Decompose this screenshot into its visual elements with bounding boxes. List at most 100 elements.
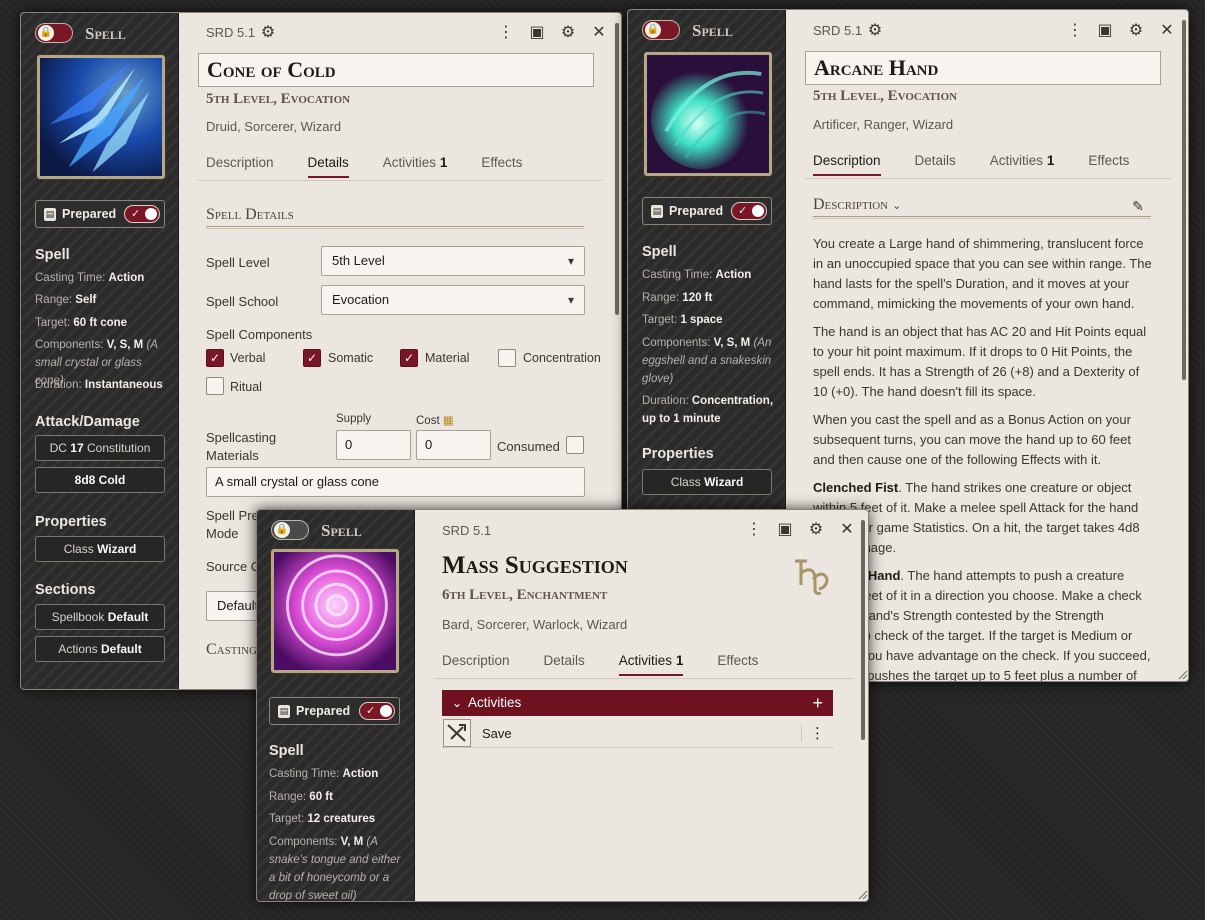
spell-heading: Spell <box>35 247 70 263</box>
spell-name-input[interactable]: Arcane Hand <box>805 51 1161 85</box>
more-options-icon[interactable]: ⋮ <box>1066 22 1084 40</box>
class-pill[interactable]: Class Wizard <box>35 536 165 562</box>
spell-preparation-label: Spell Pre Mode <box>206 508 259 541</box>
supply-label: Supply <box>336 413 372 425</box>
spell-name[interactable]: Mass Suggestion <box>442 552 628 580</box>
tab-effects[interactable]: Effects <box>1088 153 1129 176</box>
compendium-icon[interactable]: ▣ <box>528 24 546 42</box>
description-paragraph: You create a Large hand of shimmering, t… <box>813 236 1152 311</box>
spell-subtitle: 5th Level, Evocation <box>206 91 351 107</box>
scrollbar[interactable] <box>861 520 865 740</box>
prepared-toggle[interactable]: ▤ Prepared ✓ <box>269 697 400 725</box>
tab-activities[interactable]: Activities 1 <box>990 153 1055 176</box>
cost-input[interactable]: 0 <box>416 430 491 460</box>
scrollbar[interactable] <box>615 23 619 315</box>
range-line: Range: Self <box>35 294 97 306</box>
add-activity-plus-icon[interactable]: + <box>812 690 823 716</box>
sheet-sidebar: 🔒 Spell ▤ Prepared ✓ Spell Casting Time:… <box>21 13 179 689</box>
properties-heading: Properties <box>642 446 714 462</box>
more-options-icon[interactable]: ⋮ <box>745 521 763 539</box>
spell-portrait[interactable] <box>644 52 772 176</box>
resize-handle-icon[interactable] <box>858 890 868 900</box>
resize-handle-icon[interactable] <box>1178 670 1188 680</box>
sheet-tabs: Description Details Activities 1 Effects <box>813 153 1163 176</box>
spellbook-section-pill[interactable]: Spellbook Default <box>35 604 165 630</box>
compendium-icon[interactable]: ▣ <box>1096 22 1114 40</box>
compendium-icon[interactable]: ▣ <box>776 521 794 539</box>
consumed-checkbox[interactable] <box>566 436 584 454</box>
components-line: Components: V, S, M (An eggshell and a s… <box>642 337 772 385</box>
scrollbar[interactable] <box>1182 20 1186 380</box>
somatic-checkbox[interactable]: ✓ <box>303 349 321 367</box>
prepared-switch[interactable]: ✓ <box>359 702 395 720</box>
tabs-divider <box>198 180 602 181</box>
chevron-down-icon: ⌄ <box>452 696 463 710</box>
sheet-config-gear-icon[interactable]: ⚙ <box>807 521 825 539</box>
source-class-label: Source C <box>206 559 261 574</box>
description-paragraph: The hand is an object that has AC 20 and… <box>813 324 1147 399</box>
spell-classes: Druid, Sorcerer, Wizard <box>206 119 342 134</box>
arcane-hand-image <box>647 55 769 173</box>
attack-damage-heading: Attack/Damage <box>35 414 140 430</box>
close-icon[interactable]: ✕ <box>1158 22 1176 40</box>
actions-section-pill[interactable]: Actions Default <box>35 636 165 662</box>
close-icon[interactable]: ✕ <box>838 521 856 539</box>
close-icon[interactable]: ✕ <box>590 24 608 42</box>
activity-name: Save <box>482 726 512 741</box>
target-line: Target: 12 creatures <box>269 813 376 825</box>
prepared-switch[interactable]: ✓ <box>124 205 160 223</box>
description-heading[interactable]: Description ⌄ <box>813 196 901 214</box>
tab-activities[interactable]: Activities 1 <box>383 155 448 178</box>
document-type-label: Spell <box>692 21 733 40</box>
components-line: Components: V, M (A snake's tongue and e… <box>269 836 401 902</box>
lock-icon: 🔒 <box>645 22 661 38</box>
activity-row-save[interactable]: Save ⋮ <box>442 718 833 748</box>
spell-classes: Bard, Sorcerer, Warlock, Wizard <box>442 617 628 632</box>
spell-portrait[interactable] <box>37 55 165 179</box>
edit-mode-toggle[interactable]: 🔒 <box>35 23 73 43</box>
tab-description[interactable]: Description <box>442 653 510 676</box>
activities-header-label: Activities <box>468 695 522 710</box>
verbal-checkbox[interactable]: ✓ <box>206 349 224 367</box>
tab-details[interactable]: Details <box>307 155 349 178</box>
document-type-label: Spell <box>85 24 126 43</box>
edit-pen-icon[interactable]: ✎ <box>1129 197 1147 215</box>
spell-school-select[interactable]: Evocation ▾ <box>321 285 585 315</box>
activities-header[interactable]: ⌄ Activities + <box>442 690 833 716</box>
concentration-label: Concentration <box>523 351 601 365</box>
tab-effects[interactable]: Effects <box>717 653 758 676</box>
casting-time-line: Casting Time: Action <box>642 269 752 281</box>
tab-description[interactable]: Description <box>206 155 274 178</box>
materials-input[interactable]: A small crystal or glass cone <box>206 467 585 497</box>
tab-description[interactable]: Description <box>813 153 881 176</box>
more-options-icon[interactable]: ⋮ <box>497 24 515 42</box>
prepared-switch[interactable]: ✓ <box>731 202 767 220</box>
concentration-checkbox[interactable] <box>498 349 516 367</box>
save-dc-pill[interactable]: DC 17 Constitution <box>35 435 165 461</box>
sheet-config-gear-icon[interactable]: ⚙ <box>559 24 577 42</box>
supply-input[interactable]: 0 <box>336 430 411 460</box>
tab-activities[interactable]: Activities 1 <box>618 653 684 676</box>
spell-name-input[interactable]: Cone of Cold <box>198 53 594 87</box>
prepared-toggle[interactable]: ▤ Prepared ✓ <box>35 200 165 228</box>
tab-details[interactable]: Details <box>544 653 585 676</box>
edit-mode-toggle[interactable]: 🔒 <box>642 20 680 40</box>
activity-options-icon[interactable]: ⋮ <box>801 724 825 742</box>
source-config-gear-icon[interactable]: ⚙ <box>259 24 277 42</box>
source-config-gear-icon[interactable]: ⚙ <box>866 22 884 40</box>
tab-details[interactable]: Details <box>915 153 956 176</box>
spell-level-select[interactable]: 5th Level ▾ <box>321 246 585 276</box>
prepared-toggle[interactable]: ▤ Prepared ✓ <box>642 197 772 225</box>
edit-mode-toggle[interactable]: 🔒 <box>271 520 309 540</box>
duration-line: Duration: Concentration, up to 1 minute <box>642 395 774 425</box>
spell-portrait[interactable] <box>271 549 399 673</box>
ritual-checkbox[interactable] <box>206 377 224 395</box>
material-checkbox[interactable]: ✓ <box>400 349 418 367</box>
spellbook-icon: ▤ <box>278 704 290 718</box>
tab-effects[interactable]: Effects <box>481 155 522 178</box>
spell-classes: Artificer, Ranger, Wizard <box>813 117 954 132</box>
range-line: Range: 60 ft <box>269 791 333 803</box>
damage-pill[interactable]: 8d8 Cold <box>35 467 165 493</box>
class-pill[interactable]: Class Wizard <box>642 469 772 495</box>
sheet-config-gear-icon[interactable]: ⚙ <box>1127 22 1145 40</box>
